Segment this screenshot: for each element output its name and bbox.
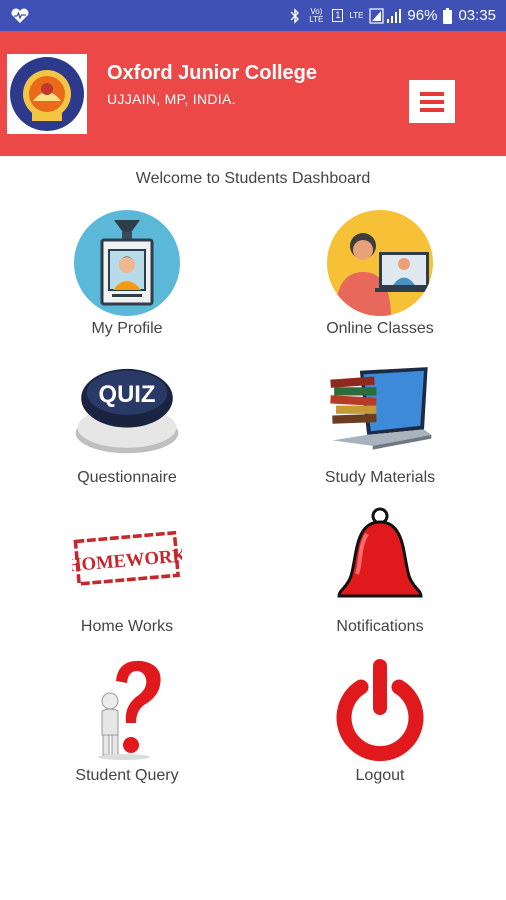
tile-label: Notifications bbox=[336, 618, 424, 635]
menu-button[interactable] bbox=[409, 80, 455, 123]
lte-indicator: LTE bbox=[349, 10, 364, 20]
sim-indicator: 1 bbox=[332, 9, 344, 22]
college-logo bbox=[7, 54, 87, 134]
bluetooth-icon bbox=[290, 7, 300, 24]
tile-questionnaire[interactable]: QUIZ Questionnaire bbox=[27, 357, 227, 487]
question-mark-figure-icon bbox=[98, 660, 161, 760]
tile-my-profile[interactable]: My Profile bbox=[27, 208, 227, 338]
quiz-button-icon: QUIZ bbox=[75, 368, 179, 454]
app-subtitle: UJJAIN, MP, INDIA. bbox=[107, 91, 236, 107]
app-title: Oxford Junior College bbox=[107, 62, 318, 84]
tile-student-query[interactable]: Student Query bbox=[27, 655, 227, 785]
clock: 03:35 bbox=[458, 7, 496, 24]
tile-study-materials[interactable]: Study Materials bbox=[280, 357, 480, 487]
heart-monitor-icon bbox=[11, 8, 29, 23]
tile-label: Study Materials bbox=[324, 469, 436, 486]
app-header: Oxford Junior College UJJAIN, MP, INDIA. bbox=[0, 31, 506, 156]
tile-online-classes[interactable]: Online Classes bbox=[280, 208, 480, 338]
tile-logout[interactable]: Logout bbox=[280, 655, 480, 785]
laptop-books-icon bbox=[330, 367, 432, 450]
status-bar: Vo) LTE 1 LTE 96% 03:35 bbox=[0, 0, 506, 31]
volte-indicator: Vo) LTE bbox=[309, 6, 324, 24]
welcome-text: Welcome to Students Dashboard bbox=[135, 170, 371, 187]
bell-icon bbox=[337, 507, 423, 598]
tile-label: Online Classes bbox=[326, 320, 434, 337]
online-class-icon bbox=[327, 210, 433, 316]
battery-percent: 96% bbox=[407, 7, 438, 24]
tile-label: Logout bbox=[355, 767, 405, 784]
tile-label: Questionnaire bbox=[77, 469, 177, 486]
tile-label: Student Query bbox=[75, 767, 179, 784]
tile-notifications[interactable]: Notifications bbox=[280, 506, 480, 636]
id-badge-icon bbox=[74, 210, 180, 316]
battery-icon bbox=[443, 7, 453, 24]
signal-icon bbox=[369, 7, 402, 24]
power-icon bbox=[336, 659, 424, 762]
tile-home-works[interactable]: HOMEWORK Home Works bbox=[27, 506, 227, 636]
quiz-text: QUIZ bbox=[99, 381, 156, 408]
tile-label: Home Works bbox=[80, 618, 174, 635]
homework-stamp-icon: HOMEWORK bbox=[72, 530, 182, 586]
tile-label: My Profile bbox=[91, 320, 163, 337]
hamburger-icon bbox=[420, 91, 444, 96]
